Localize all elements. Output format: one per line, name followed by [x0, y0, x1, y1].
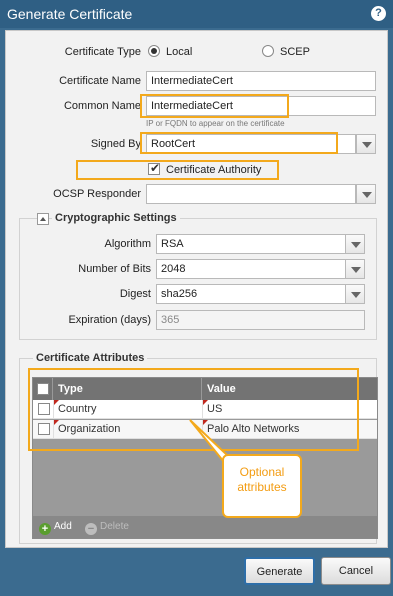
expiration-input[interactable]: 365 — [156, 310, 365, 330]
certificate-type-label: Certificate Type — [64, 46, 141, 58]
signed-by-dropdown-icon[interactable] — [356, 134, 376, 154]
help-icon[interactable]: ? — [371, 6, 386, 21]
algorithm-dropdown-icon[interactable] — [345, 234, 365, 254]
digest-select[interactable]: sha256 — [156, 284, 346, 304]
radio-local-label: Local — [166, 46, 193, 58]
common-name-label: Common Name — [63, 100, 141, 112]
algorithm-label: Algorithm — [104, 238, 151, 250]
digest-label: Digest — [119, 288, 151, 300]
expiration-label: Expiration (days) — [68, 314, 151, 326]
ocsp-responder-dropdown-icon[interactable] — [356, 184, 376, 204]
collapse-icon[interactable] — [37, 213, 49, 225]
optional-attributes-callout: Optional attributes — [222, 454, 302, 518]
certificate-attributes-legend: Certificate Attributes — [33, 352, 148, 364]
ocsp-responder-label: OCSP Responder — [53, 188, 141, 200]
certificate-authority-highlight — [76, 160, 279, 180]
dialog-titlebar: Generate Certificate ? — [0, 0, 393, 28]
crypto-settings-legend: Cryptographic Settings — [52, 212, 180, 224]
ocsp-responder-select[interactable] — [146, 184, 356, 204]
delete-label: Delete — [100, 521, 129, 532]
add-label: Add — [54, 521, 72, 532]
add-button[interactable]: + Add — [39, 520, 72, 535]
certificate-name-label: Certificate Name — [59, 75, 141, 87]
number-of-bits-label: Number of Bits — [78, 263, 151, 275]
common-name-highlight — [140, 94, 289, 118]
delete-icon: − — [85, 523, 97, 535]
signed-by-label: Signed By — [90, 138, 141, 150]
number-of-bits-dropdown-icon[interactable] — [345, 259, 365, 279]
radio-scep-label: SCEP — [280, 46, 310, 58]
generate-certificate-dialog: Generate Certificate ? Certificate Type … — [0, 0, 393, 596]
common-name-hint: IP or FQDN to appear on the certificate — [146, 119, 285, 128]
radio-local[interactable] — [148, 45, 160, 57]
algorithm-select[interactable]: RSA — [156, 234, 346, 254]
attributes-toolbar: + Add − Delete — [33, 516, 377, 538]
callout-line-2: attributes — [237, 480, 287, 494]
add-icon: + — [39, 523, 51, 535]
delete-button[interactable]: − Delete — [85, 520, 129, 535]
cancel-button[interactable]: Cancel — [321, 557, 391, 585]
generate-button[interactable]: Generate — [244, 557, 315, 585]
dialog-body: Certificate Type Local SCEP Certificate … — [5, 30, 388, 548]
radio-scep[interactable] — [262, 45, 274, 57]
callout-line-1: Optional — [239, 465, 285, 479]
digest-dropdown-icon[interactable] — [345, 284, 365, 304]
certificate-name-input[interactable]: IntermediateCert — [146, 71, 376, 91]
signed-by-highlight — [140, 132, 338, 154]
dialog-title: Generate Certificate — [7, 6, 133, 22]
number-of-bits-select[interactable]: 2048 — [156, 259, 346, 279]
